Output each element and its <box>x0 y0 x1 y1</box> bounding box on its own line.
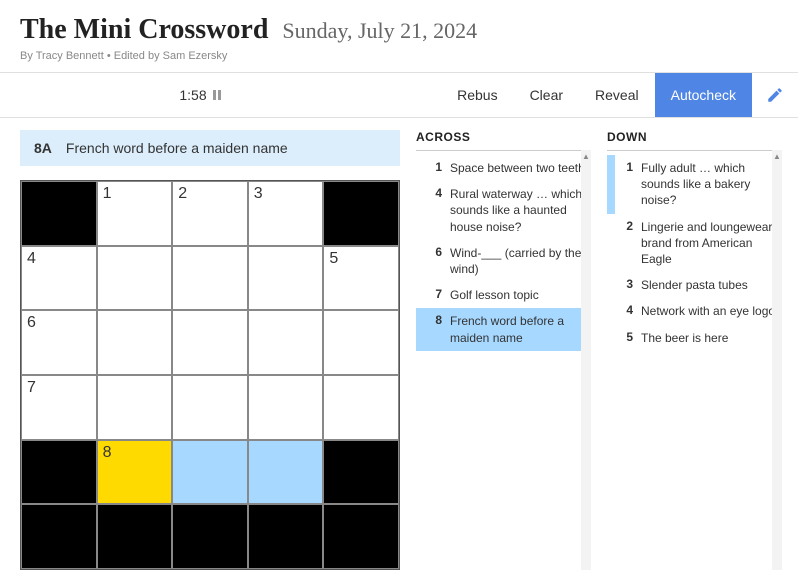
reveal-button[interactable]: Reveal <box>579 73 655 117</box>
clue-number: 4 <box>615 303 633 319</box>
clue-number: 4 <box>424 186 442 235</box>
across-header: ACROSS <box>416 130 591 151</box>
clue-item[interactable]: 3 Slender pasta tubes <box>607 272 782 298</box>
cell[interactable] <box>172 440 248 505</box>
current-clue-bar[interactable]: 8A French word before a maiden name <box>20 130 400 166</box>
page-title: The Mini Crossword <box>20 14 268 46</box>
pencil-button[interactable] <box>752 73 798 117</box>
clue-item[interactable]: 5 The beer is here <box>607 325 782 351</box>
cell-number: 7 <box>27 379 36 397</box>
timer[interactable]: 1:58 <box>0 87 400 103</box>
down-header: DOWN <box>607 130 782 151</box>
cell-black <box>323 504 399 569</box>
pause-icon <box>213 90 221 100</box>
clue-item[interactable]: 4Rural waterway … which sounds like a ha… <box>416 181 591 240</box>
cell-number: 6 <box>27 314 36 332</box>
cell-black <box>323 440 399 505</box>
clue-item[interactable]: 2Lingerie and loungewear brand from Amer… <box>607 214 782 273</box>
cell[interactable] <box>172 310 248 375</box>
cell[interactable]: 3 <box>248 181 324 246</box>
left-panel: 8A French word before a maiden name 1 2 3 4… <box>20 130 400 570</box>
clue-number: 6 <box>424 245 442 277</box>
current-clue-number: 8A <box>34 140 52 156</box>
across-column: ACROSS 1 Space between two teeth 4Rural wa… <box>416 130 591 570</box>
cell[interactable] <box>97 246 173 311</box>
clues-panel: ACROSS 1Space between two teeth4Rural wa… <box>416 130 782 570</box>
cell-black <box>248 504 324 569</box>
cell-black <box>21 181 97 246</box>
clue-item[interactable]: 1 Space between two teeth <box>416 155 591 181</box>
clue-number: 7 <box>424 287 442 303</box>
cell-number: 8 <box>103 444 112 462</box>
cell[interactable]: 6 <box>21 310 97 375</box>
clue-item[interactable]: 1Fully adult … which sounds like a baker… <box>607 155 782 214</box>
rebus-button[interactable]: Rebus <box>441 73 513 117</box>
byline: By Tracy Bennett • Edited by Sam Ezersky <box>20 50 782 62</box>
clue-text: French word before a maiden name <box>450 313 585 345</box>
cell-black <box>21 504 97 569</box>
clue-text: The beer is here <box>641 330 776 346</box>
cell[interactable]: 1 <box>97 181 173 246</box>
cell-number: 4 <box>27 250 36 268</box>
scroll-up-icon: ▲ <box>772 150 782 162</box>
cell[interactable]: 7 <box>21 375 97 440</box>
header: The Mini Crossword Sunday, July 21, 2024… <box>0 0 798 72</box>
cell-number: 2 <box>178 185 187 203</box>
clue-text: Fully adult … which sounds like a bakery… <box>641 160 776 209</box>
cell-number: 3 <box>254 185 263 203</box>
cell-black <box>97 504 173 569</box>
puzzle-date: Sunday, July 21, 2024 <box>282 18 477 44</box>
cell[interactable]: 5 <box>323 246 399 311</box>
across-list: 1 Space between two teeth 4Rural waterway … <box>416 155 591 351</box>
clue-number: 3 <box>615 277 633 293</box>
cell[interactable] <box>172 375 248 440</box>
crossword-grid[interactable]: 1 2 3 4 5 6 7 8 <box>20 180 400 570</box>
cell[interactable] <box>97 310 173 375</box>
cell-number: 5 <box>329 250 338 268</box>
scrollbar[interactable]: ▲ <box>581 150 591 570</box>
clue-number: 1 <box>615 160 633 209</box>
clue-text: Space between two teeth <box>450 160 585 176</box>
clue-item[interactable]: 6Wind-___ (carried by the wind) <box>416 240 591 282</box>
cell-black <box>21 440 97 505</box>
toolbar: 1:58 Rebus Clear Reveal Autocheck <box>0 73 798 117</box>
clue-text: Golf lesson topic <box>450 287 585 303</box>
cell[interactable] <box>172 246 248 311</box>
current-clue-text: French word before a maiden name <box>66 140 288 156</box>
clue-number: 5 <box>615 330 633 346</box>
cell[interactable] <box>323 375 399 440</box>
clue-text: Lingerie and loungewear brand from Ameri… <box>641 219 776 268</box>
clue-text: Rural waterway … which sounds like a hau… <box>450 186 585 235</box>
clue-text: Slender pasta tubes <box>641 277 776 293</box>
cell-black <box>323 181 399 246</box>
cell[interactable] <box>97 375 173 440</box>
autocheck-button[interactable]: Autocheck <box>655 73 752 117</box>
down-list: 1Fully adult … which sounds like a baker… <box>607 155 782 351</box>
cell[interactable] <box>248 246 324 311</box>
cell[interactable]: 2 <box>172 181 248 246</box>
clue-number: 8 <box>424 313 442 345</box>
cell[interactable] <box>248 310 324 375</box>
cell[interactable]: 8 <box>97 440 173 505</box>
pencil-icon <box>766 86 784 104</box>
scroll-up-icon: ▲ <box>581 150 591 162</box>
clue-item[interactable]: 4 Network with an eye logo <box>607 298 782 324</box>
cell[interactable]: 4 <box>21 246 97 311</box>
timer-value: 1:58 <box>179 87 206 103</box>
clue-number: 2 <box>615 219 633 268</box>
clear-button[interactable]: Clear <box>514 73 579 117</box>
cell[interactable] <box>248 440 324 505</box>
clue-text: Wind-___ (carried by the wind) <box>450 245 585 277</box>
cell[interactable] <box>323 310 399 375</box>
cell[interactable] <box>248 375 324 440</box>
main-area: 8A French word before a maiden name 1 2 3 4… <box>0 118 798 586</box>
clue-item[interactable]: 7 Golf lesson topic <box>416 282 591 308</box>
clue-text: Network with an eye logo <box>641 303 776 319</box>
down-column: DOWN 1Fully adult … which sounds like a … <box>607 130 782 570</box>
clue-number: 1 <box>424 160 442 176</box>
scrollbar[interactable]: ▲ <box>772 150 782 570</box>
clue-item[interactable]: 8French word before a maiden name <box>416 308 591 350</box>
cell-number: 1 <box>103 185 112 203</box>
cell-black <box>172 504 248 569</box>
